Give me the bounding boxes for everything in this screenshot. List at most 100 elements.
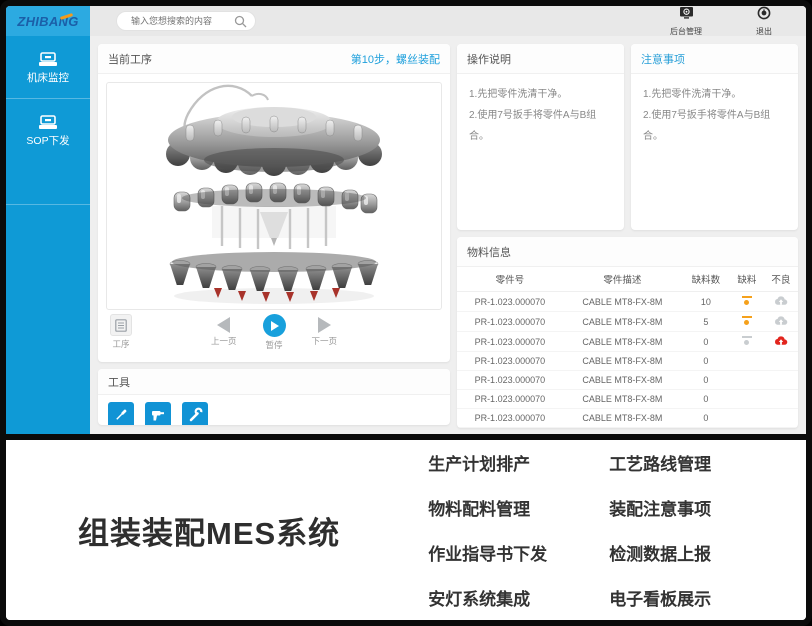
instruction-line: 1.先把零件洗清干净。 bbox=[469, 84, 612, 105]
instructions-header: 操作说明 bbox=[457, 44, 624, 74]
material-call-icon[interactable] bbox=[741, 295, 753, 306]
process-list-button[interactable]: 工序 bbox=[108, 314, 134, 350]
prev-step-button[interactable]: 上一页 bbox=[211, 314, 237, 347]
cell-description: CABLE MT8-FX-8M bbox=[563, 332, 682, 352]
tools-title: 工具 bbox=[108, 374, 130, 390]
material-row: PR-1.023.000070CABLE MT8-FX-8M0 bbox=[457, 332, 798, 352]
prev-label: 上一页 bbox=[211, 335, 237, 347]
cell-shortage-icon[interactable] bbox=[730, 312, 764, 332]
feature-item: 生产计划排产 bbox=[428, 450, 547, 475]
cell-part-no: PR-1.023.000070 bbox=[457, 390, 563, 409]
material-call-icon[interactable] bbox=[741, 315, 753, 326]
prev-icon bbox=[217, 317, 230, 333]
cell-shortage-qty: 0 bbox=[682, 371, 730, 390]
defect-upload-icon[interactable] bbox=[774, 295, 788, 308]
feature-item: 电子看板展示 bbox=[609, 585, 711, 610]
feature-item: 安灯系统集成 bbox=[428, 585, 547, 610]
drill-icon bbox=[145, 402, 171, 425]
instruction-line: 2.使用7号扳手将零件A与B组合。 bbox=[469, 105, 612, 147]
feature-item: 装配注意事项 bbox=[609, 495, 711, 520]
material-row: PR-1.023.000070CABLE MT8-FX-8M0 bbox=[457, 390, 798, 409]
instructions-card: 操作说明 1.先把零件洗清干净。 2.使用7号扳手将零件A与B组合。 bbox=[457, 44, 624, 230]
instructions-title: 操作说明 bbox=[467, 51, 511, 67]
feature-item: 物料配料管理 bbox=[428, 495, 547, 520]
current-step-text: 第10步，螺丝装配 bbox=[351, 51, 440, 67]
tools-header: 工具 bbox=[98, 369, 450, 395]
machine-icon bbox=[37, 51, 59, 67]
page-frame: ZHIBANG 机床监控 SOP下发 bbox=[0, 0, 812, 626]
col-description: 零件描述 bbox=[563, 267, 682, 292]
feature-column-right: 工艺路线管理装配注意事项检测数据上报电子看板展示 bbox=[609, 450, 711, 610]
material-row: PR-1.023.000070CABLE MT8-FX-8M0 bbox=[457, 352, 798, 371]
cell-description: CABLE MT8-FX-8M bbox=[563, 390, 682, 409]
cell-defect-icon[interactable] bbox=[764, 312, 798, 332]
cell-shortage-qty: 10 bbox=[682, 292, 730, 312]
material-row: PR-1.023.000070CABLE MT8-FX-8M5 bbox=[457, 312, 798, 332]
search-box[interactable] bbox=[116, 11, 256, 31]
cell-shortage-icon bbox=[730, 409, 764, 428]
main-area: 当前工序 第10步，螺丝装配 bbox=[90, 36, 806, 436]
sidebar-item-sop-dispatch[interactable]: SOP下发 bbox=[6, 99, 90, 205]
sop-icon bbox=[37, 114, 59, 130]
cell-shortage-icon[interactable] bbox=[730, 292, 764, 312]
cell-part-no: PR-1.023.000070 bbox=[457, 409, 563, 428]
defect-upload-icon[interactable] bbox=[774, 315, 788, 328]
process-list-icon bbox=[110, 314, 132, 336]
col-shortage: 缺料 bbox=[730, 267, 764, 292]
feature-item: 检测数据上报 bbox=[609, 540, 711, 565]
process-image-area bbox=[98, 74, 450, 310]
cell-description: CABLE MT8-FX-8M bbox=[563, 312, 682, 332]
cell-part-no: PR-1.023.000070 bbox=[457, 312, 563, 332]
materials-table: 零件号 零件描述 缺料数 缺料 不良 PR-1.023.000070CABLE … bbox=[457, 267, 798, 428]
cell-shortage-icon[interactable] bbox=[730, 332, 764, 352]
note-line: 2.使用7号扳手将零件A与B组合。 bbox=[643, 105, 786, 147]
search-input[interactable] bbox=[131, 16, 234, 26]
material-row: PR-1.023.000070CABLE MT8-FX-8M0 bbox=[457, 371, 798, 390]
cell-description: CABLE MT8-FX-8M bbox=[563, 352, 682, 371]
screwdriver-icon bbox=[108, 402, 134, 425]
pause-label: 暂停 bbox=[263, 339, 286, 351]
feature-column-left: 生产计划排产物料配料管理作业指导书下发安灯系统集成 bbox=[428, 450, 547, 610]
next-step-button[interactable]: 下一页 bbox=[312, 314, 338, 347]
pause-button[interactable]: 暂停 bbox=[263, 314, 286, 351]
cell-part-no: PR-1.023.000070 bbox=[457, 371, 563, 390]
tool-wrench[interactable]: 扳手 bbox=[182, 402, 208, 425]
material-row: PR-1.023.000070CABLE MT8-FX-8M0 bbox=[457, 409, 798, 428]
exit-button[interactable]: 退出 bbox=[738, 6, 790, 37]
materials-card: 物料信息 零件号 零件描述 缺料数 缺料 不良 bbox=[457, 237, 798, 428]
notes-title: 注意事项 bbox=[641, 51, 685, 67]
admin-label: 后台管理 bbox=[660, 26, 712, 37]
current-process-card: 当前工序 第10步，螺丝装配 bbox=[98, 44, 450, 362]
search-icon[interactable] bbox=[234, 15, 247, 28]
col-part-no: 零件号 bbox=[457, 267, 563, 292]
sidebar-item-machine-monitor[interactable]: 机床监控 bbox=[6, 36, 90, 99]
tool-drill[interactable]: 电钻 bbox=[145, 402, 171, 425]
sidebar: ZHIBANG 机床监控 SOP下发 bbox=[6, 6, 90, 434]
sidebar-item-label: 机床监控 bbox=[6, 70, 90, 98]
topbar: 后台管理 退出 bbox=[90, 6, 806, 36]
tool-screwdriver[interactable]: 起子 bbox=[108, 402, 134, 425]
cell-shortage-qty: 0 bbox=[682, 409, 730, 428]
material-call-icon[interactable] bbox=[741, 335, 753, 346]
current-process-title: 当前工序 bbox=[108, 51, 152, 67]
tools-card: 工具 起子 bbox=[98, 369, 450, 425]
play-icon bbox=[263, 314, 286, 337]
sidebar-item-label: SOP下发 bbox=[6, 133, 90, 161]
cell-shortage-icon bbox=[730, 390, 764, 409]
instructions-body: 1.先把零件洗清干净。 2.使用7号扳手将零件A与B组合。 bbox=[457, 74, 624, 157]
mes-app-window: ZHIBANG 机床监控 SOP下发 bbox=[6, 6, 806, 440]
right-column: 操作说明 1.先把零件洗清干净。 2.使用7号扳手将零件A与B组合。 注意事项 bbox=[457, 44, 798, 428]
cell-defect-icon[interactable] bbox=[764, 332, 798, 352]
cell-defect-icon[interactable] bbox=[764, 292, 798, 312]
product-image-frame bbox=[106, 82, 442, 310]
note-line: 1.先把零件洗清干净。 bbox=[643, 84, 786, 105]
cell-description: CABLE MT8-FX-8M bbox=[563, 292, 682, 312]
exploded-assembly-image bbox=[109, 84, 439, 308]
topbar-actions: 后台管理 退出 bbox=[660, 6, 790, 37]
app-content: 后台管理 退出 当前工序 第10步，螺丝装配 bbox=[90, 6, 806, 434]
defect-upload-icon[interactable] bbox=[774, 335, 788, 348]
notes-header: 注意事项 bbox=[631, 44, 798, 74]
cell-part-no: PR-1.023.000070 bbox=[457, 292, 563, 312]
admin-button[interactable]: 后台管理 bbox=[660, 6, 712, 37]
cell-part-no: PR-1.023.000070 bbox=[457, 332, 563, 352]
